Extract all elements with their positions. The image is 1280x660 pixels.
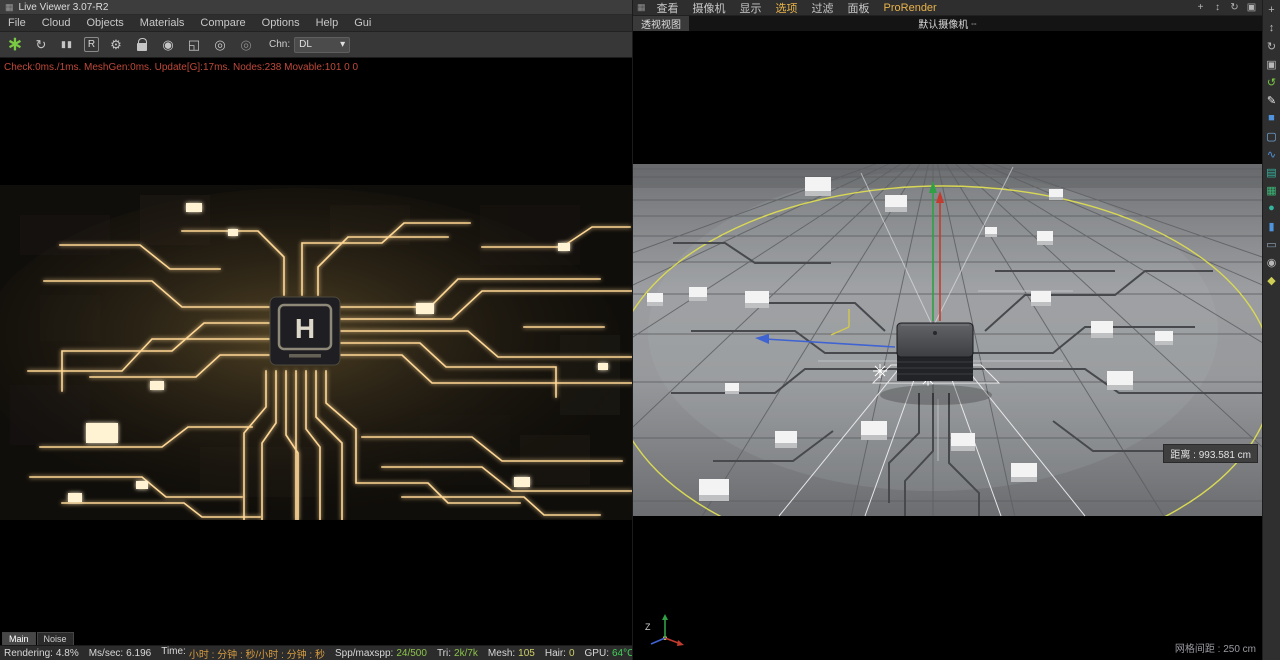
channel-dropdown[interactable]: DL ▾: [294, 36, 351, 53]
sphere-primitive-icon[interactable]: ●: [1265, 201, 1279, 215]
live-viewer-toolbar: ∗ ↻ ▮▮ R ⚙ ◉ ◱ ◎ ◎ Chn: DL ▾: [0, 32, 632, 58]
axis-z-label: Z: [645, 622, 651, 632]
rotate-view-icon[interactable]: ↻: [1228, 1, 1241, 14]
status-mssec: Ms/sec: 6.196: [88, 647, 152, 659]
chip-logo: H: [295, 313, 315, 344]
tab-noise[interactable]: Noise: [36, 632, 74, 645]
settings-gear-icon[interactable]: ⚙: [107, 36, 125, 54]
viewport-tabrow: 透视视图 默认摄像机 °°: [633, 16, 1262, 31]
layout-toggle-icon[interactable]: ▣: [1265, 57, 1279, 71]
focus-picker-icon[interactable]: ◎: [237, 36, 255, 54]
maximize-view-icon[interactable]: ▣: [1245, 1, 1258, 14]
status-gpu: GPU: 64°C: [584, 647, 635, 659]
menu-grip-icon[interactable]: ▦: [633, 2, 650, 13]
render-stats-line: Check:0ms./1ms. MeshGen:0ms. Update[G]:1…: [0, 60, 632, 75]
live-viewer-window: ▦ Live Viewer 3.07-R2 File Cloud Objects…: [0, 0, 635, 660]
spline-icon[interactable]: ∿: [1265, 147, 1279, 161]
window-icon: ▦: [5, 1, 14, 12]
menu-materials[interactable]: Materials: [132, 17, 193, 29]
region-render-icon[interactable]: ◱: [185, 36, 203, 54]
tab-main[interactable]: Main: [2, 632, 36, 645]
menu-compare[interactable]: Compare: [192, 17, 253, 29]
live-viewer-menubar: File Cloud Objects Materials Compare Opt…: [0, 15, 632, 32]
viewport-menubar: ▦ 查看 摄像机 显示 选项 过滤 面板 ProRender + ↕ ↻ ▣: [633, 0, 1262, 16]
viewport-canvas[interactable]: [633, 31, 1263, 660]
status-spp: Spp/maxspp: 24/500: [334, 647, 427, 659]
status-mesh: Mesh: 105: [487, 647, 535, 659]
coordinate-system-icon[interactable]: ↺: [1265, 75, 1279, 89]
lock-glyph: [137, 38, 147, 51]
channel-control: Chn: DL ▾: [269, 36, 351, 53]
camera-badges: °°: [971, 23, 977, 30]
status-hair: Hair: 0: [544, 647, 575, 659]
subdivision-icon[interactable]: ▤: [1265, 165, 1279, 179]
render-status-bar: Rendering: 4.8% Ms/sec: 6.196 Time: 小时 :…: [0, 645, 635, 660]
menu-options[interactable]: Options: [254, 17, 308, 29]
status-rendering: Rendering: 4.8%: [4, 647, 79, 659]
chevron-down-icon: ▾: [340, 39, 346, 50]
camera-label[interactable]: 默认摄像机 °°: [633, 16, 1262, 31]
render-tabs: Main Noise: [2, 632, 74, 645]
rounded-cube-icon[interactable]: ▢: [1265, 129, 1279, 143]
menu-help[interactable]: Help: [308, 17, 347, 29]
pan-view-icon[interactable]: +: [1194, 1, 1207, 14]
live-viewer-titlebar[interactable]: ▦ Live Viewer 3.07-R2: [0, 0, 632, 15]
cube-primitive-icon[interactable]: ■: [1265, 111, 1279, 125]
restart-render-icon[interactable]: ↻: [32, 36, 50, 54]
octane-logo-icon[interactable]: ∗: [6, 34, 24, 55]
octane-render-image[interactable]: H: [0, 185, 632, 520]
zoom-tool-icon[interactable]: ↕: [1265, 21, 1279, 35]
light-object-icon[interactable]: ◆: [1265, 273, 1279, 287]
rotate-tool-icon[interactable]: ↻: [1265, 39, 1279, 53]
menu-view[interactable]: 查看: [650, 0, 686, 16]
menu-objects[interactable]: Objects: [78, 17, 131, 29]
menu-cloud[interactable]: Cloud: [34, 17, 79, 29]
grid-spacing-readout: 网格间距 : 250 cm: [1174, 644, 1256, 655]
pause-render-icon[interactable]: ▮▮: [58, 36, 76, 54]
clay-mode-icon[interactable]: ◉: [159, 36, 177, 54]
right-tool-strip: + ↕ ↻ ▣ ↺ ✎ ■ ▢ ∿ ▤ ▦ ● ▮ ▭ ◉ ◆: [1262, 0, 1280, 660]
tab-perspective-view[interactable]: 透视视图: [633, 16, 689, 31]
lock-resolution-icon[interactable]: [133, 36, 151, 54]
menu-gui[interactable]: Gui: [346, 17, 379, 29]
menu-panel[interactable]: 面板: [841, 0, 877, 16]
pen-tool-icon[interactable]: ✎: [1265, 93, 1279, 107]
menu-filter[interactable]: 过滤: [805, 0, 841, 16]
menu-prorender[interactable]: ProRender: [877, 2, 944, 14]
channel-label: Chn:: [269, 39, 291, 50]
menu-file[interactable]: File: [0, 17, 34, 29]
cylinder-icon[interactable]: ▮: [1265, 219, 1279, 233]
distance-readout: 距离 : 993.581 cm: [1163, 444, 1258, 463]
array-icon[interactable]: ▦: [1265, 183, 1279, 197]
zoom-view-icon[interactable]: ↕: [1211, 1, 1224, 14]
world-axis-widget: Z: [645, 614, 684, 646]
chip: H: [269, 296, 341, 366]
desktop: ▦ Live Viewer 3.07-R2 File Cloud Objects…: [0, 0, 1280, 660]
camera-object-icon[interactable]: ◉: [1265, 255, 1279, 269]
window-title: Live Viewer 3.07-R2: [18, 1, 109, 13]
menu-camera[interactable]: 摄像机: [686, 0, 733, 16]
status-time: Time: 小时 : 分钟 : 秒/小时 : 分钟 : 秒: [161, 645, 325, 660]
c4d-viewport-panel: ▦ 查看 摄像机 显示 选项 过滤 面板 ProRender + ↕ ↻ ▣ 透…: [632, 0, 1263, 660]
menu-options[interactable]: 选项: [769, 0, 805, 16]
plane-icon[interactable]: ▭: [1265, 237, 1279, 251]
menu-display[interactable]: 显示: [733, 0, 769, 16]
viewport-nav-icons: + ↕ ↻ ▣: [1194, 1, 1262, 14]
pan-tool-icon[interactable]: +: [1265, 3, 1279, 17]
channel-value: DL: [299, 39, 312, 50]
reset-icon[interactable]: R: [84, 37, 99, 52]
status-tri: Tri: 2k/7k: [436, 647, 478, 659]
material-picker-icon[interactable]: ◎: [211, 36, 229, 54]
